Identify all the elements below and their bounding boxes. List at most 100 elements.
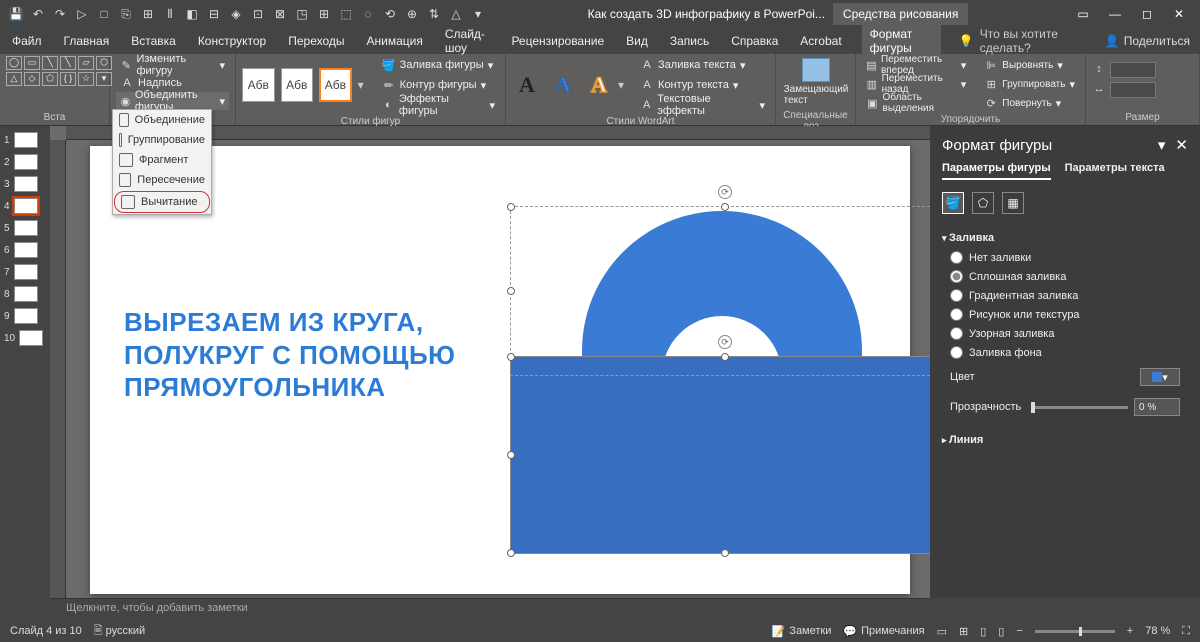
fill-solid[interactable]: Сплошная заливка [942, 267, 1188, 286]
qat-icon[interactable]: △ [446, 4, 466, 24]
slide-thumb[interactable]: 7 [4, 264, 46, 280]
slide-thumb[interactable]: 5 [4, 220, 46, 236]
align-button[interactable]: ⊫Выровнять▾ [980, 56, 1079, 74]
qat-more-icon[interactable]: ▾ [468, 4, 488, 24]
pane-menu-icon[interactable]: ▾ [1158, 136, 1166, 154]
gallery-more-icon[interactable]: ▾ [358, 78, 364, 92]
menu-animations[interactable]: Анимация [365, 30, 425, 52]
resize-handle[interactable] [507, 549, 515, 557]
share-button[interactable]: 👤Поделиться [1105, 34, 1190, 48]
qat-icon[interactable]: □ [94, 4, 114, 24]
menu-design[interactable]: Конструктор [196, 30, 268, 52]
qat-icon[interactable]: ⇅ [424, 4, 444, 24]
subtract-item[interactable]: Вычитание [114, 191, 210, 213]
wordart-gallery[interactable]: AAA [512, 70, 614, 100]
close-icon[interactable]: ✕ [1164, 2, 1194, 26]
menu-home[interactable]: Главная [62, 30, 112, 52]
resize-handle[interactable] [507, 451, 515, 459]
merge-shapes-button[interactable]: ◉Объединить фигуры▾ [116, 92, 229, 110]
resize-handle[interactable] [507, 203, 515, 211]
lang-indicator[interactable]: 🖹 русский [94, 622, 145, 641]
pane-close-icon[interactable]: ✕ [1175, 136, 1188, 154]
shapes-gallery[interactable]: ◯▭╲╲▱⬡ △◇⬠{ }☆▾ [6, 56, 103, 86]
qat-icon[interactable]: ⊟ [204, 4, 224, 24]
shape-options-tab[interactable]: Параметры фигуры [942, 162, 1051, 180]
qat-icon[interactable]: ◌ [358, 4, 378, 24]
text-fill-button[interactable]: AЗаливка текста▾ [636, 56, 769, 74]
undo-icon[interactable]: ↶ [28, 4, 48, 24]
gallery-more-icon[interactable]: ▾ [618, 78, 624, 92]
line-section-header[interactable]: Линия [942, 430, 1188, 450]
resize-handle[interactable] [721, 203, 729, 211]
menu-record[interactable]: Запись [668, 30, 711, 52]
resize-handle[interactable] [721, 549, 729, 557]
edit-shape-button[interactable]: ✎Изменить фигуру▾ [116, 56, 229, 74]
slide-thumb[interactable]: 2 [4, 154, 46, 170]
redo-icon[interactable]: ↷ [50, 4, 70, 24]
shape-style-item[interactable]: Абв [242, 68, 275, 102]
slide-thumb[interactable]: 4 [4, 198, 46, 214]
view-sorter-icon[interactable]: ⊞ [959, 625, 968, 638]
menu-acrobat[interactable]: Acrobat [798, 30, 843, 52]
slide[interactable]: ВЫРЕЗАЕМ ИЗ КРУГА, ПОЛУКРУГ С ПОМОЩЬЮ ПР… [90, 146, 910, 594]
tell-me-search[interactable]: 💡Что вы хотите сделать? [959, 27, 1069, 55]
qat-icon[interactable]: ⊡ [248, 4, 268, 24]
minimize-icon[interactable]: — [1100, 2, 1130, 26]
qat-icon[interactable]: ⬚ [336, 4, 356, 24]
intersect-item[interactable]: Пересечение [113, 170, 211, 190]
zoom-in-icon[interactable]: + [1127, 625, 1133, 637]
bring-forward-button[interactable]: ▤Переместить вперед▾ [862, 56, 970, 74]
slide-thumb[interactable]: 10 [4, 330, 46, 346]
menu-review[interactable]: Рецензирование [509, 30, 606, 52]
slide-thumb[interactable]: 3 [4, 176, 46, 192]
fill-pattern[interactable]: Узорная заливка [942, 324, 1188, 343]
slide-thumb[interactable]: 1 [4, 132, 46, 148]
qat-icon[interactable]: ⫴ [160, 4, 180, 24]
effects-tab-icon[interactable]: ⬠ [972, 192, 994, 214]
shape-effects-button[interactable]: ◐Эффекты фигуры▾ [378, 96, 499, 114]
shape-style-item[interactable]: Абв [281, 68, 314, 102]
view-slideshow-icon[interactable]: ▯ [998, 625, 1004, 638]
text-effects-button[interactable]: AТекстовые эффекты▾ [636, 96, 769, 114]
rotate-handle-icon[interactable]: ⟳ [718, 185, 732, 199]
fragment-item[interactable]: Фрагмент [113, 150, 211, 170]
zoom-level[interactable]: 78 % [1145, 625, 1170, 637]
slide-thumb[interactable]: 9 [4, 308, 46, 324]
menu-file[interactable]: Файл [10, 30, 44, 52]
start-icon[interactable]: ▷ [72, 4, 92, 24]
rotate-button[interactable]: ⟳Повернуть▾ [980, 94, 1079, 112]
comments-button[interactable]: 💬 Примечания [843, 625, 924, 638]
slide-thumb[interactable]: 8 [4, 286, 46, 302]
menu-view[interactable]: Вид [624, 30, 650, 52]
slide-indicator[interactable]: Слайд 4 из 10 [10, 625, 82, 637]
notes-button[interactable]: 📝 Заметки [772, 625, 832, 638]
height-input[interactable] [1110, 62, 1156, 78]
send-backward-button[interactable]: ▥Переместить назад▾ [862, 75, 970, 93]
context-tab[interactable]: Средства рисования [833, 3, 968, 25]
resize-handle[interactable] [507, 353, 515, 361]
shape-fill-button[interactable]: 🪣Заливка фигуры▾ [378, 56, 499, 74]
slide-text[interactable]: ВЫРЕЗАЕМ ИЗ КРУГА, ПОЛУКРУГ С ПОМОЩЬЮ ПР… [124, 306, 464, 404]
text-outline-button[interactable]: AКонтур текста▾ [636, 76, 769, 94]
qat-icon[interactable]: ◈ [226, 4, 246, 24]
resize-handle[interactable] [721, 353, 729, 361]
qat-icon[interactable]: ⊕ [402, 4, 422, 24]
opacity-slider[interactable] [1031, 406, 1128, 409]
qat-icon[interactable]: ⟲ [380, 4, 400, 24]
combine-item[interactable]: Группирование [113, 130, 211, 150]
save-icon[interactable]: 💾 [6, 4, 26, 24]
fill-background[interactable]: Заливка фона [942, 343, 1188, 362]
group-button[interactable]: ⊞Группировать▾ [980, 75, 1079, 93]
fit-to-window-icon[interactable]: ⛶ [1182, 625, 1190, 638]
shape-style-item[interactable]: Абв [319, 68, 352, 102]
qat-icon[interactable]: ⊞ [314, 4, 334, 24]
fill-none[interactable]: Нет заливки [942, 248, 1188, 267]
qat-icon[interactable]: ⊞ [138, 4, 158, 24]
text-options-tab[interactable]: Параметры текста [1065, 162, 1165, 180]
qat-icon[interactable]: ◧ [182, 4, 202, 24]
opacity-input[interactable]: 0 % [1134, 398, 1180, 416]
qat-icon[interactable]: ◳ [292, 4, 312, 24]
qat-icon[interactable]: ⊠ [270, 4, 290, 24]
fill-gradient[interactable]: Градиентная заливка [942, 286, 1188, 305]
fill-line-icon[interactable]: 🪣 [942, 192, 964, 214]
